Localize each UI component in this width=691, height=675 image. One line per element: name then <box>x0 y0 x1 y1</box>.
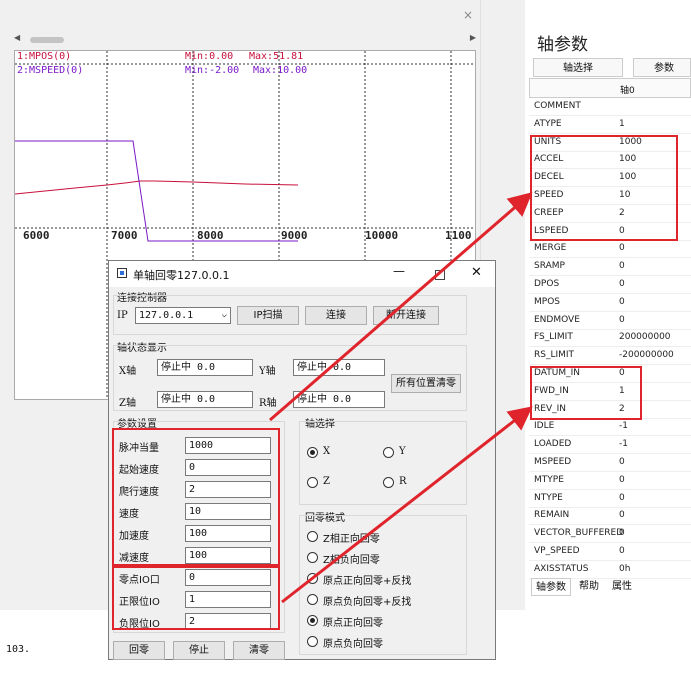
annotation-arrows <box>269 192 533 604</box>
arrow-to-io-params <box>281 406 533 604</box>
arrow-to-motion-params <box>269 192 533 422</box>
